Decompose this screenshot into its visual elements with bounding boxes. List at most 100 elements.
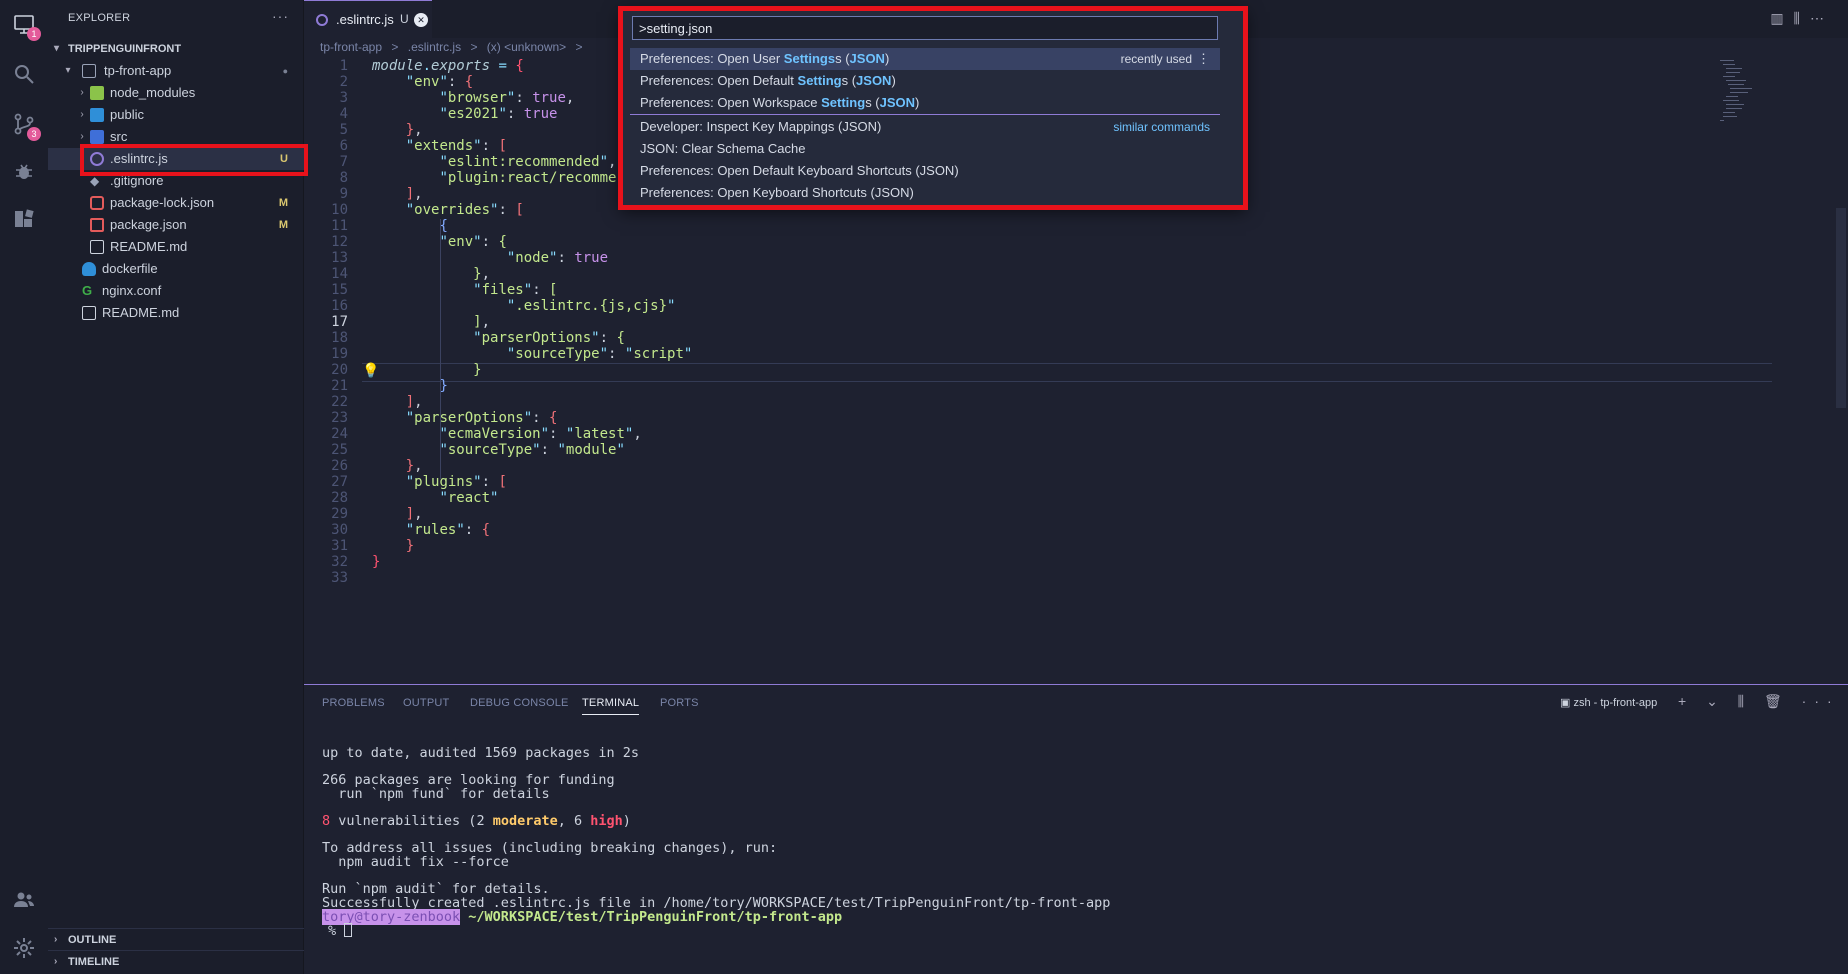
tree-file-nginx[interactable]: G nginx.conf — [48, 280, 304, 302]
workspace-section-header[interactable]: ▾ TRIPPENGUINFRONT — [48, 38, 304, 60]
code-line: "es2021": true — [439, 106, 558, 122]
line-number: 31 — [331, 538, 348, 554]
highlight-annotation-box — [80, 144, 308, 176]
code-line: ], — [473, 314, 491, 330]
terminal-input-line[interactable]: % — [328, 923, 353, 939]
bottom-panel: PROBLEMS OUTPUT DEBUG CONSOLE TERMINAL P… — [304, 684, 1848, 974]
extensions-icon[interactable] — [10, 206, 38, 234]
git-status-dot: ● — [282, 66, 288, 76]
minimap[interactable] — [1720, 58, 1760, 128]
code-line: } — [473, 362, 482, 378]
tree-folder-node-modules[interactable]: › node_modules — [48, 82, 304, 104]
split-editor-icon[interactable]: ⫼ — [1794, 10, 1810, 26]
line-number: 4 — [339, 106, 348, 122]
close-tab-icon[interactable]: ✕ — [414, 13, 428, 27]
tree-file-readme-root[interactable]: README.md — [48, 302, 304, 324]
explorer-sidebar: EXPLORER ··· ▾ TRIPPENGUINFRONT ▾ tp-fro… — [48, 0, 308, 974]
code-line: "sourceType": "module" — [439, 442, 625, 458]
code-line: ], — [405, 394, 423, 410]
tree-item-label: README.md — [110, 239, 188, 254]
breadcrumb-separator: > — [391, 40, 399, 54]
tab-git-status: U — [400, 12, 409, 26]
terminal-instance-label[interactable]: ▣ zsh - tp-front-app — [1560, 696, 1657, 709]
chevron-right-icon: › — [54, 956, 58, 967]
tree-item-label: node_modules — [110, 85, 196, 100]
remote-badge: 1 — [27, 27, 41, 41]
tab-problems[interactable]: PROBLEMS — [322, 697, 385, 709]
search-icon[interactable] — [10, 60, 38, 88]
code-line: "env": { — [439, 234, 507, 250]
code-line: "browser": true, — [439, 90, 575, 106]
remote-explorer-icon[interactable]: 1 — [10, 10, 41, 41]
editor-actions: ▥⫼⋯ — [1770, 10, 1834, 27]
explorer-title: EXPLORER — [68, 12, 131, 24]
line-number: 17 — [331, 314, 348, 330]
line-number: 19 — [331, 346, 348, 362]
line-number: 14 — [331, 266, 348, 282]
explorer-more-actions-icon[interactable]: ··· — [272, 8, 289, 24]
code-line: "sourceType": "script" — [506, 346, 693, 362]
line-number: 6 — [339, 138, 348, 154]
terminal-line: 8 vulnerabilities (2 moderate, 6 high) — [322, 813, 631, 829]
more-actions-icon[interactable]: ⋯ — [1810, 10, 1834, 26]
chevron-down-icon: ▾ — [54, 43, 60, 54]
terminal-actions[interactable]: + ⌄ ⫼ 🗑 ··· ⌃ ⊗ — [1678, 693, 1848, 710]
run-debug-icon[interactable] — [10, 158, 38, 186]
code-line: ".eslintrc.{js,cjs}" — [506, 298, 676, 314]
docker-icon — [82, 262, 96, 276]
line-number: 10 — [331, 202, 348, 218]
line-number: 1 — [339, 58, 348, 74]
line-number: 25 — [331, 442, 348, 458]
code-line: "rules": { — [405, 522, 491, 538]
scrollbar-thumb[interactable] — [1836, 208, 1846, 408]
line-number: 21 — [331, 378, 348, 394]
line-number: 22 — [331, 394, 348, 410]
manage-gear-icon[interactable] — [10, 934, 38, 962]
timeline-title: TIMELINE — [68, 956, 120, 968]
node-folder-icon — [90, 86, 104, 100]
line-number: 8 — [339, 170, 348, 186]
nginx-icon: G — [82, 283, 93, 298]
tree-file-dockerfile[interactable]: dockerfile — [48, 258, 304, 280]
tab-terminal[interactable]: TERMINAL — [582, 697, 640, 715]
breadcrumb-folder[interactable]: tp-front-app — [320, 40, 382, 54]
open-changes-icon[interactable]: ▥ — [1770, 10, 1793, 26]
line-number: 33 — [331, 570, 348, 586]
code-line: } — [439, 378, 448, 394]
tree-file-readme-inner[interactable]: README.md — [48, 236, 304, 258]
tab-output[interactable]: OUTPUT — [403, 697, 449, 709]
tab-eslintrc[interactable]: .eslintrc.js U ✕ — [304, 0, 432, 38]
timeline-section-header[interactable]: › TIMELINE — [48, 950, 304, 972]
workspace-name: TRIPPENGUINFRONT — [68, 43, 182, 55]
readme-icon — [90, 240, 104, 254]
outline-section-header[interactable]: › OUTLINE — [48, 928, 304, 950]
code-line: "parserOptions": { — [405, 410, 558, 426]
breadcrumb-file[interactable]: .eslintrc.js — [408, 40, 461, 54]
outline-title: OUTLINE — [68, 934, 117, 946]
breadcrumb: tp-front-app > .eslintrc.js > (x) <unkno… — [320, 40, 589, 58]
chevron-right-icon: › — [54, 934, 58, 945]
line-number: 16 — [331, 298, 348, 314]
terminal-output[interactable]: up to date, audited 1569 packages in 2s … — [322, 745, 1110, 939]
tree-folder-tp-front-app[interactable]: ▾ tp-front-app ● — [48, 60, 304, 82]
current-line-highlight — [362, 363, 1772, 382]
code-line: "react" — [439, 490, 499, 506]
code-line: "overrides": [ — [405, 202, 524, 218]
source-control-icon[interactable]: 3 — [10, 110, 41, 141]
tree-folder-public[interactable]: › public — [48, 104, 304, 126]
tab-debug-console[interactable]: DEBUG CONSOLE — [470, 697, 569, 709]
line-number: 29 — [331, 506, 348, 522]
scm-badge: 3 — [27, 127, 41, 141]
tree-item-label: package.json — [110, 217, 187, 232]
code-line: "env": { — [405, 74, 474, 90]
vscode-window: 1 3 EXPLORER ··· ▾ TRIPPENGUINFRONT ▾ tp… — [0, 0, 1848, 974]
editor-scrollbar[interactable] — [1834, 58, 1848, 684]
tab-ports[interactable]: PORTS — [660, 697, 699, 709]
line-number: 20 — [331, 362, 348, 378]
breadcrumb-symbol[interactable]: (x) <unknown> — [487, 40, 566, 54]
tree-file-package-json[interactable]: package.json M — [48, 214, 304, 236]
line-number: 30 — [331, 522, 348, 538]
code-line: } — [405, 538, 415, 554]
tree-file-package-lock[interactable]: package-lock.json M — [48, 192, 304, 214]
accounts-icon[interactable] — [10, 886, 38, 914]
